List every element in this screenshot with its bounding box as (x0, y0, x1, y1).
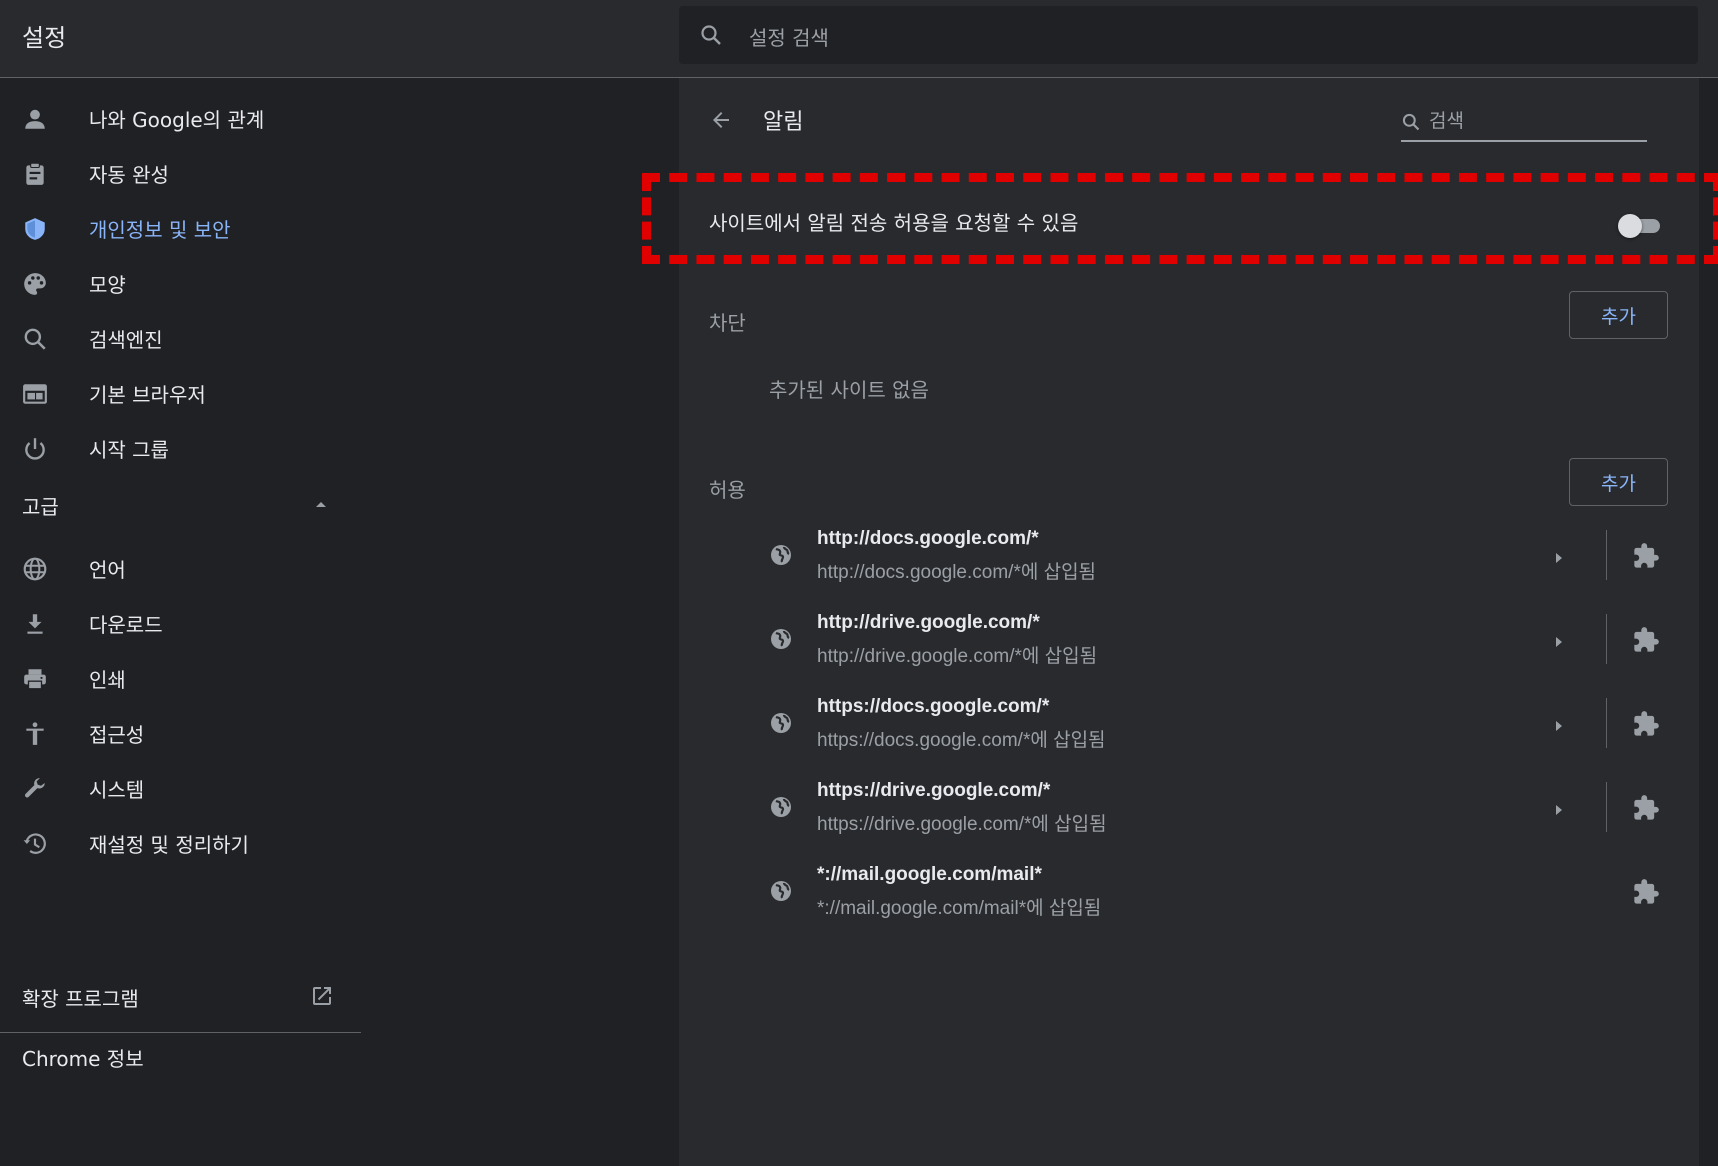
sidebar-item-label: 접근성 (89, 723, 145, 747)
sidebar-item-languages[interactable]: 언어 (0, 540, 362, 596)
sidebar-item-extensions[interactable]: 확장 프로그램 (22, 983, 139, 1012)
globe-icon (769, 795, 793, 823)
sidebar-item-label: 언어 (89, 558, 126, 582)
site-description: http://drive.google.com/*에 삽입됨 (817, 646, 1098, 667)
block-empty-message: 추가된 사이트 없음 (769, 378, 929, 402)
site-row[interactable]: http://docs.google.com/* http://docs.goog… (679, 520, 1699, 604)
allow-add-button[interactable]: 추가 (1569, 458, 1668, 506)
sidebar-item-label: 기본 브라우저 (89, 383, 206, 407)
sidebar-item-label: 재설정 및 정리하기 (89, 833, 249, 857)
row-separator (1606, 530, 1607, 580)
site-description: https://drive.google.com/*에 삽입됨 (817, 814, 1107, 835)
globe-icon (769, 627, 793, 655)
site-url: https://docs.google.com/* (817, 696, 1050, 717)
top-bar: 설정 설정 검색 (0, 0, 1718, 78)
site-url: http://docs.google.com/* (817, 528, 1039, 549)
sidebar-item-you-and-google[interactable]: 나와 Google의 관계 (0, 90, 362, 146)
main-panel: 알림 검색 사이트에서 알림 전송 허용을 요청할 수 있음 차단 추가 추가된… (642, 78, 1718, 1166)
notification-toggle[interactable] (1618, 214, 1662, 238)
notification-toggle-label: 사이트에서 알림 전송 허용을 요청할 수 있음 (709, 211, 1079, 235)
chevron-up-icon[interactable] (314, 496, 328, 515)
sidebar-item-on-startup[interactable]: 시작 그룹 (0, 420, 362, 476)
row-separator (1606, 698, 1607, 748)
sidebar-item-reset-cleanup[interactable]: 재설정 및 정리하기 (0, 815, 362, 871)
block-add-button[interactable]: 추가 (1569, 291, 1668, 339)
palette-icon (22, 271, 48, 297)
globe-icon (769, 711, 793, 739)
sidebar-item-accessibility[interactable]: 접근성 (0, 705, 362, 761)
site-url: http://drive.google.com/* (817, 612, 1040, 633)
site-url: *://mail.google.com/mail* (817, 864, 1042, 885)
globe-icon (769, 543, 793, 571)
notifications-search-input[interactable]: 검색 (1401, 102, 1647, 142)
notifications-search-placeholder: 검색 (1429, 110, 1464, 132)
history-icon (22, 831, 48, 857)
clipboard-icon (22, 161, 48, 187)
toggle-thumb (1618, 214, 1642, 238)
row-separator (1606, 614, 1607, 664)
settings-search-input[interactable]: 설정 검색 (679, 6, 1698, 64)
extension-puzzle-icon[interactable] (1632, 542, 1660, 574)
arrow-right-icon[interactable] (1552, 718, 1566, 737)
sidebar-item-about-chrome[interactable]: Chrome 정보 (22, 1043, 144, 1072)
search-icon (22, 326, 48, 352)
site-url: https://drive.google.com/* (817, 780, 1051, 801)
extension-puzzle-icon[interactable] (1632, 794, 1660, 826)
site-description: http://docs.google.com/*에 삽입됨 (817, 562, 1097, 583)
sidebar-item-appearance[interactable]: 모양 (0, 255, 362, 311)
shield-icon (22, 216, 48, 242)
arrow-right-icon[interactable] (1552, 550, 1566, 569)
sidebar-item-privacy-security[interactable]: 개인정보 및 보안 (0, 200, 362, 256)
sidebar-divider (0, 1032, 361, 1033)
extension-puzzle-icon[interactable] (1632, 626, 1660, 658)
allow-section-label: 허용 (709, 478, 746, 502)
sidebar-item-system[interactable]: 시스템 (0, 760, 362, 816)
row-separator (1606, 782, 1607, 832)
sidebar-item-label: 자동 완성 (89, 163, 169, 187)
sidebar-item-label: 시작 그룹 (89, 438, 169, 462)
sidebar-item-default-browser[interactable]: 기본 브라우저 (0, 365, 362, 421)
site-row: *://mail.google.com/mail* *://mail.google… (679, 856, 1699, 940)
extension-puzzle-icon[interactable] (1632, 878, 1660, 910)
download-icon (22, 611, 48, 637)
open-in-new-icon[interactable] (310, 984, 334, 1012)
sidebar-item-label: 시스템 (89, 778, 145, 802)
site-description: https://docs.google.com/*에 삽입됨 (817, 730, 1106, 751)
browser-icon (22, 381, 48, 407)
sidebar: 나와 Google의 관계 자동 완성 개인정보 및 보안 모양 검색엔진 기본… (0, 78, 362, 1166)
sidebar-item-label: 모양 (89, 273, 126, 297)
block-section-label: 차단 (709, 311, 746, 335)
sidebar-item-label: 개인정보 및 보안 (89, 218, 231, 242)
sidebar-item-downloads[interactable]: 다운로드 (0, 595, 362, 651)
search-icon (699, 23, 723, 51)
back-arrow-icon[interactable] (709, 108, 733, 136)
site-row[interactable]: http://drive.google.com/* http://drive.go… (679, 604, 1699, 688)
sidebar-item-label: 다운로드 (89, 613, 163, 637)
sidebar-item-label: 나와 Google의 관계 (89, 108, 265, 132)
printer-icon (22, 666, 48, 692)
site-row[interactable]: https://drive.google.com/* https://drive.… (679, 772, 1699, 856)
person-icon (22, 106, 48, 132)
accessibility-icon (22, 721, 48, 747)
extension-puzzle-icon[interactable] (1632, 710, 1660, 742)
globe-icon (22, 556, 48, 582)
sidebar-item-label: 인쇄 (89, 668, 126, 692)
sidebar-item-search-engine[interactable]: 검색엔진 (0, 310, 362, 366)
site-description: *://mail.google.com/mail*에 삽입됨 (817, 898, 1102, 919)
sidebar-item-printing[interactable]: 인쇄 (0, 650, 362, 706)
arrow-right-icon[interactable] (1552, 802, 1566, 821)
page-title: 알림 (763, 110, 804, 135)
site-row[interactable]: https://docs.google.com/* https://docs.go… (679, 688, 1699, 772)
sidebar-item-autofill[interactable]: 자동 완성 (0, 145, 362, 201)
globe-icon (769, 879, 793, 907)
search-icon (1401, 112, 1421, 136)
advanced-section-header[interactable]: 고급 (22, 491, 59, 520)
arrow-right-icon[interactable] (1552, 634, 1566, 653)
power-icon (22, 436, 48, 462)
app-title: 설정 (22, 24, 67, 52)
wrench-icon (22, 776, 48, 802)
settings-search-placeholder: 설정 검색 (749, 26, 829, 50)
sidebar-item-label: 검색엔진 (89, 328, 163, 352)
